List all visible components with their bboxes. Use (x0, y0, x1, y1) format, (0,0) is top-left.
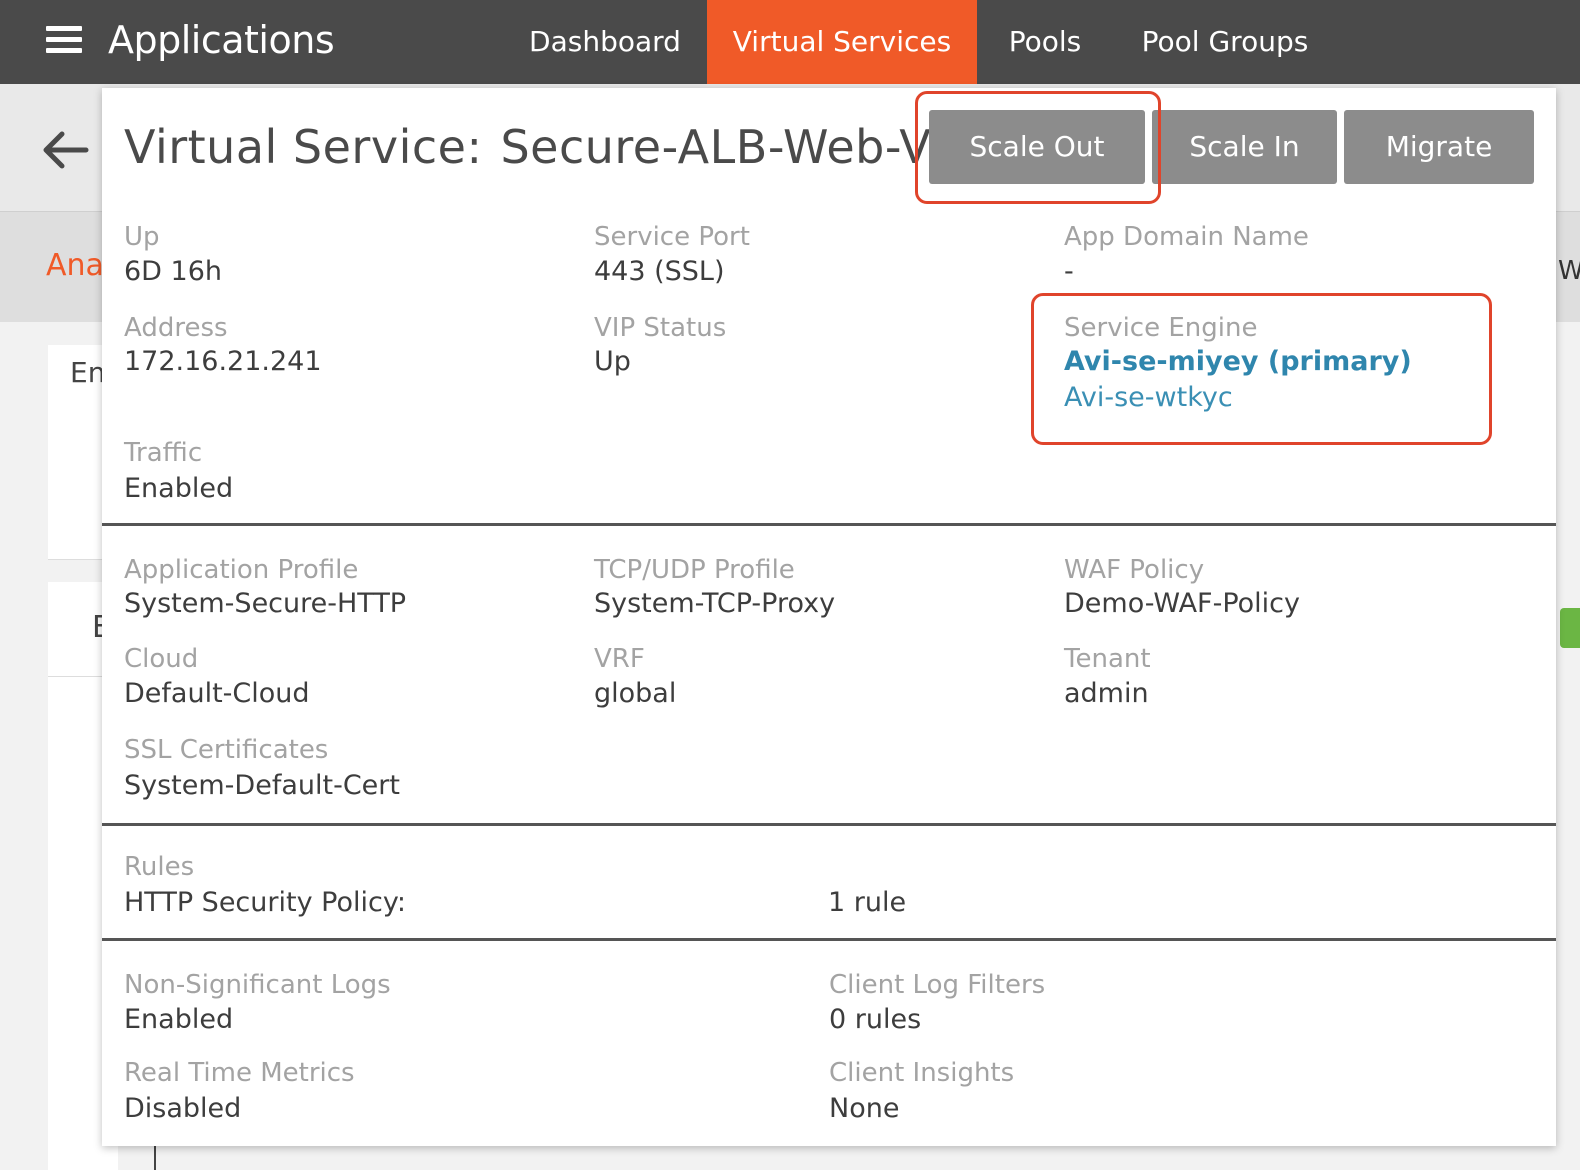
service-engine-label: Service Engine (1064, 313, 1258, 343)
hamburger-menu-icon[interactable] (46, 26, 82, 56)
ssl-certificates-value: System-Default-Cert (124, 770, 400, 801)
rule-count: 1 rule (828, 887, 907, 918)
service-engine-primary-link[interactable]: Avi-se-miyey (primary) (1064, 346, 1412, 377)
application-profile-value: System-Secure-HTTP (124, 588, 407, 619)
app-domain-name-label: App Domain Name (1064, 222, 1309, 252)
background-text-partial: W (1558, 256, 1580, 286)
scale-in-button[interactable]: Scale In (1152, 110, 1337, 184)
ssl-certificates-label: SSL Certificates (124, 735, 329, 765)
vrf-value: global (594, 678, 677, 709)
background-card-title-partial: En (70, 356, 106, 389)
app-title[interactable]: Applications (108, 18, 335, 62)
modal-title: Virtual Service: Secure-ALB-Web-VS (124, 120, 961, 174)
back-arrow-icon[interactable] (40, 128, 90, 172)
app-domain-name-value: - (1064, 256, 1074, 287)
tcp-udp-profile-label: TCP/UDP Profile (594, 555, 795, 585)
client-log-filters-value: 0 rules (829, 1004, 922, 1035)
scale-out-button[interactable]: Scale Out (929, 110, 1145, 184)
cloud-value: Default-Cloud (124, 678, 310, 709)
tab-dashboard[interactable]: Dashboard (510, 0, 700, 84)
waf-policy-label: WAF Policy (1064, 555, 1205, 585)
virtual-service-name: Secure-ALB-Web-VS (500, 120, 961, 174)
migrate-button[interactable]: Migrate (1344, 110, 1534, 184)
section-divider (102, 823, 1556, 826)
service-port-label: Service Port (594, 222, 750, 252)
address-value: 172.16.21.241 (124, 346, 322, 377)
tab-pool-groups[interactable]: Pool Groups (1120, 0, 1330, 84)
tab-virtual-services[interactable]: Virtual Services (707, 0, 977, 84)
background-status-badge (1560, 608, 1580, 648)
rules-label: Rules (124, 852, 195, 882)
client-log-filters-label: Client Log Filters (829, 970, 1046, 1000)
traffic-value: Enabled (124, 473, 234, 504)
waf-policy-value: Demo-WAF-Policy (1064, 588, 1300, 619)
service-engine-secondary-link[interactable]: Avi-se-wtkyc (1064, 382, 1233, 413)
section-divider (102, 938, 1556, 941)
up-value: 6D 16h (124, 256, 223, 287)
vip-status-value: Up (594, 346, 631, 377)
tenant-label: Tenant (1064, 644, 1151, 674)
service-port-value: 443 (SSL) (594, 256, 725, 287)
up-label: Up (124, 222, 160, 252)
non-significant-logs-value: Enabled (124, 1004, 234, 1035)
client-insights-label: Client Insights (829, 1058, 1015, 1088)
traffic-label: Traffic (124, 438, 203, 468)
subtab-analytics-partial[interactable]: Ana (46, 248, 104, 283)
tenant-value: admin (1064, 678, 1149, 709)
vip-status-label: VIP Status (594, 313, 727, 343)
virtual-service-details-modal: Virtual Service: Secure-ALB-Web-VS Scale … (102, 88, 1556, 1146)
modal-title-prefix: Virtual Service: (124, 120, 483, 174)
real-time-metrics-label: Real Time Metrics (124, 1058, 355, 1088)
address-label: Address (124, 313, 228, 343)
section-divider (102, 523, 1556, 526)
top-nav-bar: Applications Dashboard Virtual Services … (0, 0, 1580, 84)
real-time-metrics-value: Disabled (124, 1093, 242, 1124)
application-profile-label: Application Profile (124, 555, 359, 585)
cloud-label: Cloud (124, 644, 199, 674)
tcp-udp-profile-value: System-TCP-Proxy (594, 588, 836, 619)
tab-pools[interactable]: Pools (990, 0, 1100, 84)
client-insights-value: None (829, 1093, 900, 1124)
rule-name: HTTP Security Policy: (124, 887, 406, 918)
non-significant-logs-label: Non-Significant Logs (124, 970, 391, 1000)
vrf-label: VRF (594, 644, 645, 674)
